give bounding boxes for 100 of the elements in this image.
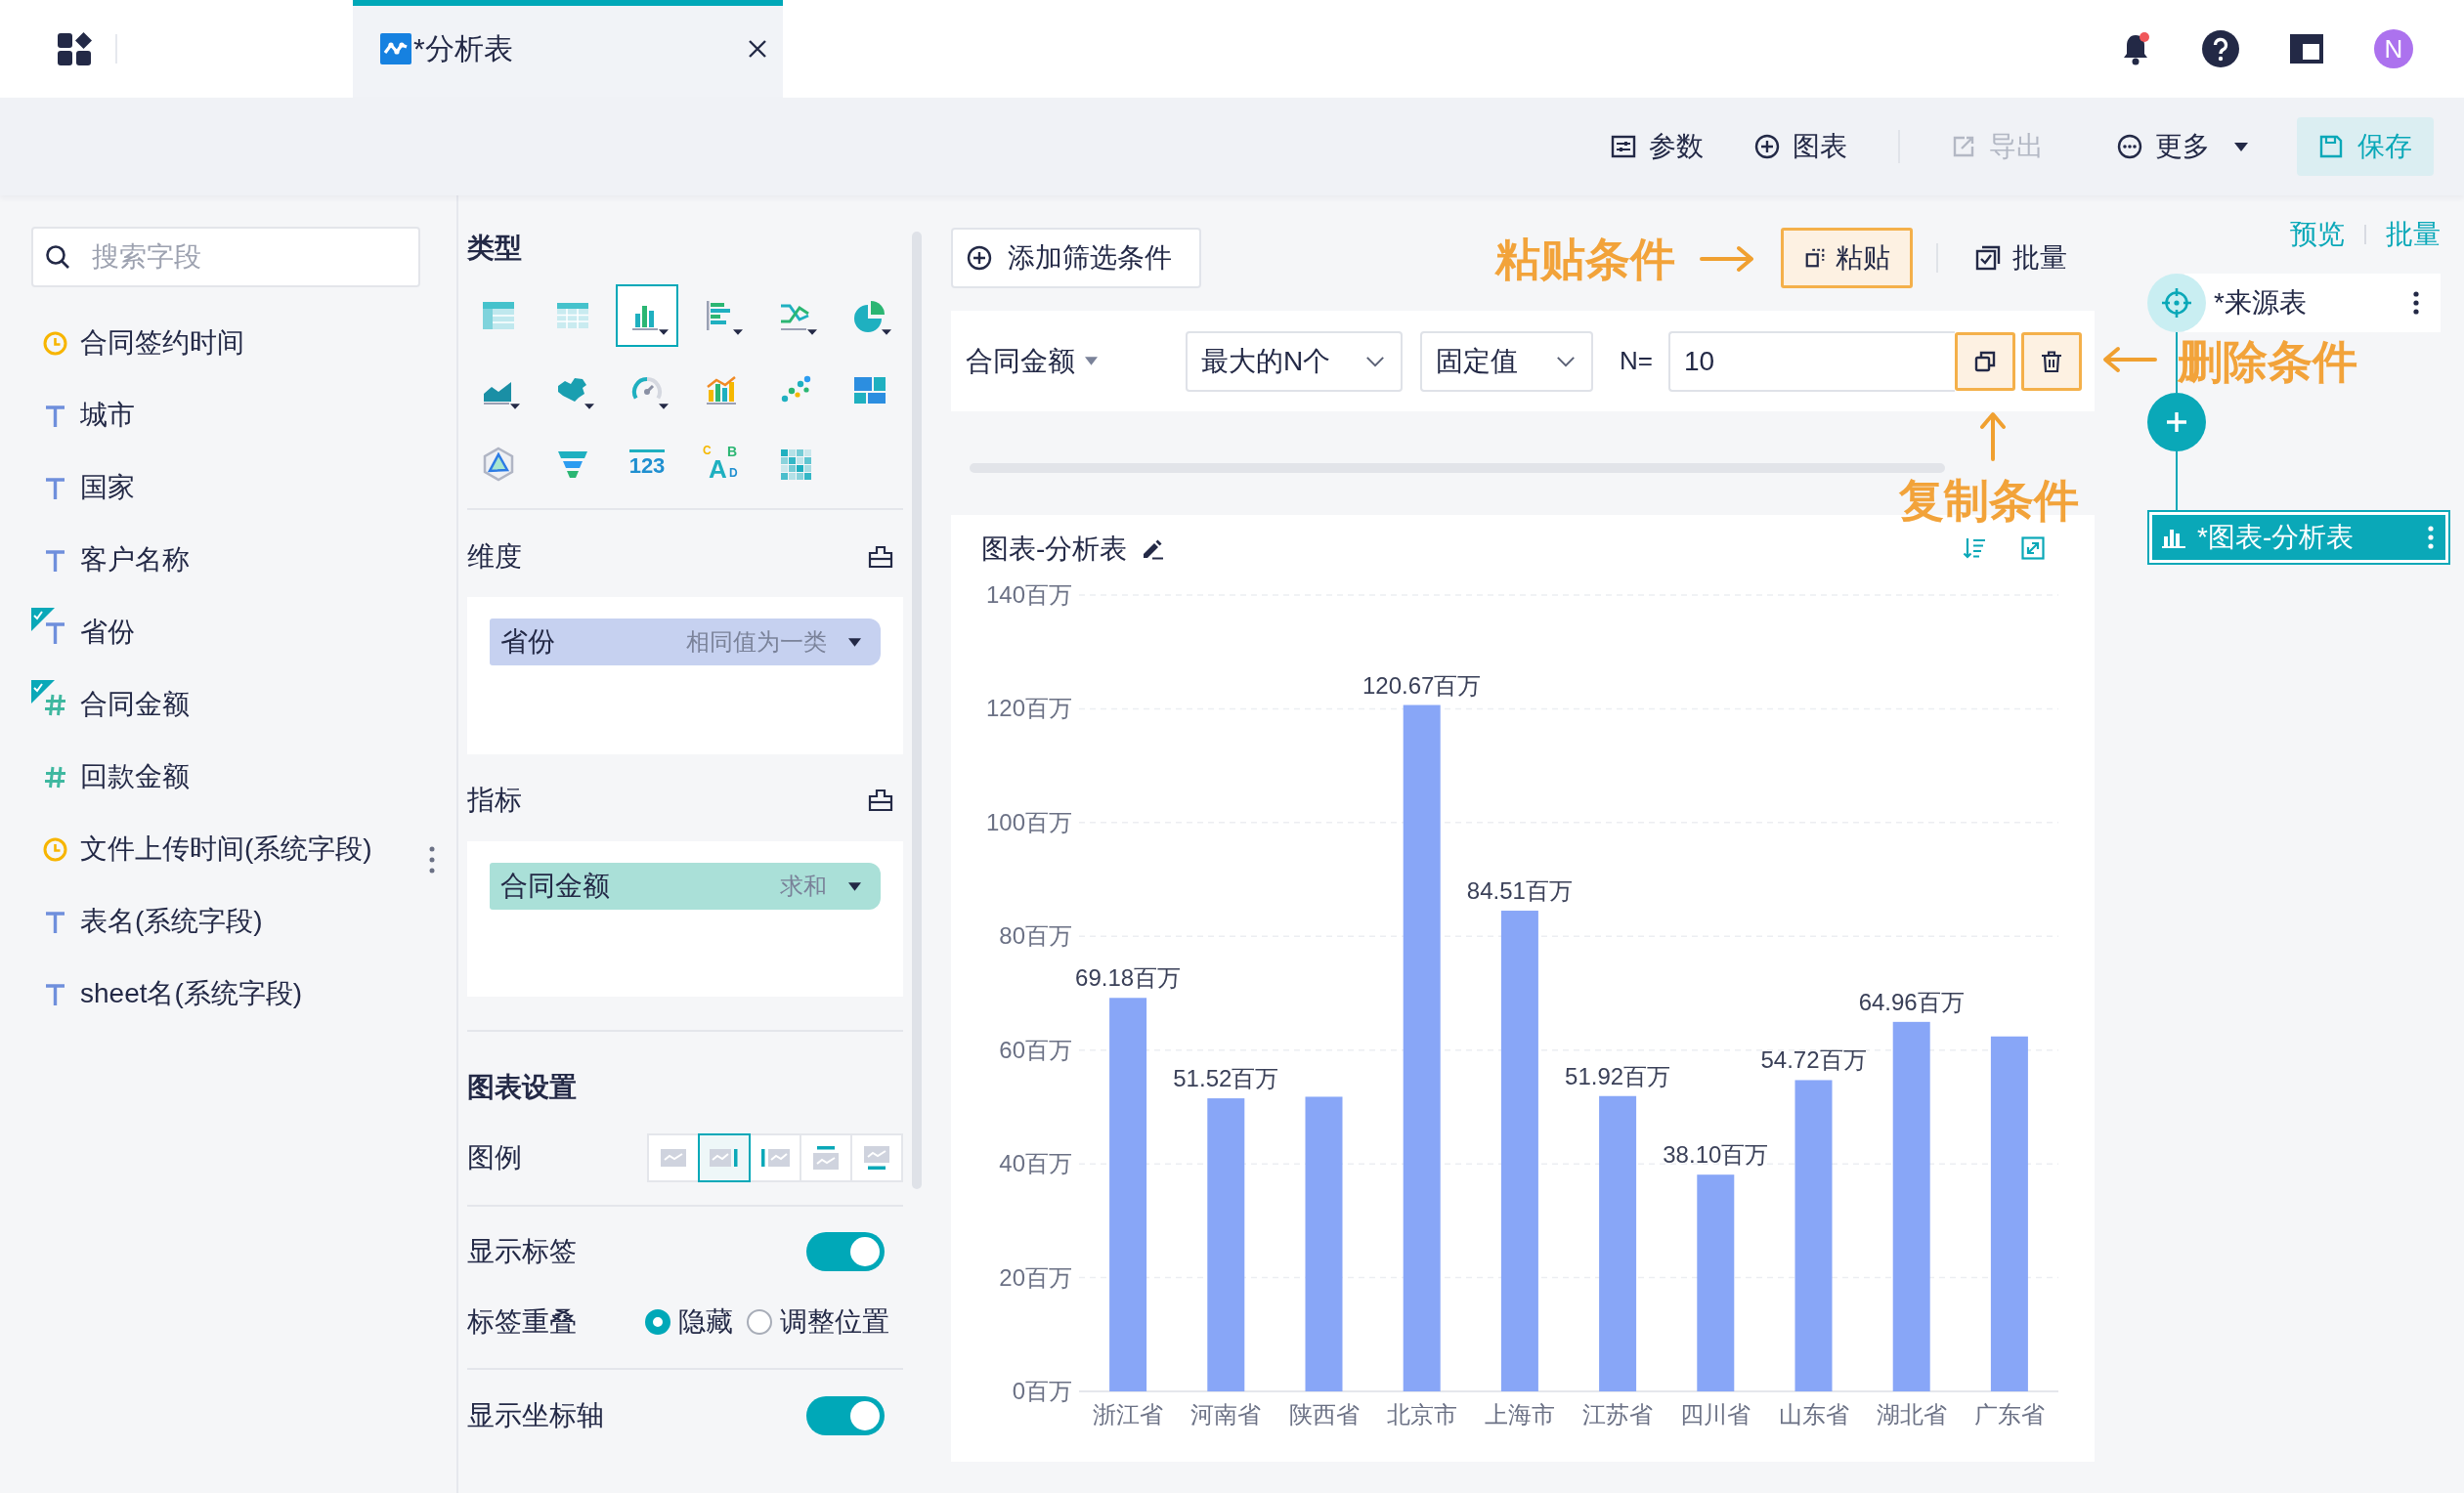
chart-title: 图表-分析表 xyxy=(981,533,1128,566)
close-icon[interactable] xyxy=(748,39,767,59)
left-arrow-icon xyxy=(2101,345,2158,374)
field-item[interactable]: 客户名称 xyxy=(31,524,456,596)
field-item[interactable]: 城市 xyxy=(31,379,456,451)
axis-label: 北京市 xyxy=(1386,1401,1457,1428)
caret-down-icon[interactable] xyxy=(848,637,861,647)
field-item[interactable]: 省份 xyxy=(31,596,456,668)
toolbox-icon[interactable] xyxy=(868,545,893,569)
field-pill[interactable]: 省份 相同值为一类 xyxy=(490,619,881,665)
axis-label: 80百万 xyxy=(999,922,1072,950)
n-input-field[interactable]: 10 xyxy=(1667,330,1955,392)
more-vertical-icon[interactable] xyxy=(2413,291,2419,315)
axis-label: 0百万 xyxy=(1012,1378,1072,1404)
caret-down-icon[interactable] xyxy=(848,881,861,891)
dashed-box-icon xyxy=(1803,247,1826,269)
text-type-icon xyxy=(43,909,67,934)
radio-label[interactable]: 隐藏 xyxy=(678,1303,733,1341)
field-item[interactable]: sheet名(系统字段) xyxy=(31,958,456,1030)
trash-icon xyxy=(2039,349,2063,373)
paste-button[interactable]: 粘贴 xyxy=(1781,228,1913,288)
more-circle-icon xyxy=(2117,134,2142,159)
field-dropdown[interactable]: 合同金额 xyxy=(966,342,1186,380)
connector-line xyxy=(2176,332,2178,393)
help-icon[interactable] xyxy=(2202,30,2239,67)
text-type-icon xyxy=(43,403,67,428)
document-tab[interactable]: *分析表 xyxy=(353,0,783,98)
drag-handle-icon[interactable] xyxy=(428,845,436,874)
n-label: N= xyxy=(1620,346,1653,376)
section-heading: 类型 xyxy=(467,232,522,265)
caret-down-icon xyxy=(1085,357,1098,365)
annotation-label: 复制条件 xyxy=(1899,475,2079,526)
field-item[interactable]: 合同金额 xyxy=(31,668,456,741)
apps-grid-icon[interactable] xyxy=(58,31,93,66)
data-label: 38.10百万 xyxy=(1663,1141,1769,1169)
edit-icon[interactable] xyxy=(1141,538,1165,560)
data-label: 120.67百万 xyxy=(1362,671,1482,699)
toggle-switch[interactable] xyxy=(806,1232,885,1271)
text-type-icon xyxy=(43,547,67,573)
text-type-icon xyxy=(43,475,67,500)
hash-icon xyxy=(43,692,67,717)
axis-label: 河南省 xyxy=(1190,1401,1262,1428)
axis-label: 40百万 xyxy=(999,1150,1072,1177)
setting-label: 图例 xyxy=(467,1141,522,1174)
value-type-select[interactable]: 固定值 xyxy=(1420,330,1593,392)
annotation-label: 粘贴条件 xyxy=(1495,234,1675,284)
add-filter-button[interactable]: 添加筛选条件 xyxy=(951,228,1201,288)
plus-circle-icon xyxy=(967,245,992,271)
legend-position-button[interactable] xyxy=(698,1133,751,1182)
search-icon xyxy=(45,244,70,270)
toolbox-icon[interactable] xyxy=(868,789,893,812)
field-item[interactable]: 国家 xyxy=(31,451,456,524)
axis-label: 20百万 xyxy=(999,1263,1072,1291)
sliders-icon xyxy=(1611,134,1636,159)
chevron-down-icon xyxy=(1556,355,1576,367)
data-label: 69.18百万 xyxy=(1075,964,1182,992)
copy-button[interactable] xyxy=(1954,331,2015,391)
drop-zone[interactable]: 省份 相同值为一类 xyxy=(467,597,903,754)
radio-button[interactable] xyxy=(645,1309,670,1335)
checkbox-icon xyxy=(1975,245,2001,271)
copy-icon xyxy=(1972,349,1997,373)
chart-type-button[interactable] xyxy=(616,284,678,347)
add-node-button[interactable] xyxy=(2147,393,2206,451)
annotation-label: 删除条件 xyxy=(2178,336,2357,387)
axis-label: 120百万 xyxy=(985,695,1072,722)
connector-line xyxy=(2176,451,2178,510)
axis-label: 四川省 xyxy=(1680,1401,1751,1428)
field-item[interactable]: 文件上传时间(系统字段) xyxy=(31,813,456,885)
source-node[interactable]: *来源表 xyxy=(2184,274,2441,332)
expand-icon[interactable] xyxy=(2021,536,2045,560)
chevron-down-icon xyxy=(1365,355,1385,367)
data-label: 51.52百万 xyxy=(1173,1065,1279,1092)
radio-label[interactable]: 调整位置 xyxy=(780,1303,889,1341)
plus-icon xyxy=(2165,410,2188,434)
more-button[interactable]: 更多 xyxy=(2117,117,2248,176)
axis-label: 山东省 xyxy=(1778,1401,1849,1428)
toggle-switch[interactable] xyxy=(806,1396,885,1435)
hash-icon xyxy=(43,764,67,789)
pill-field-name: 合同金额 xyxy=(500,870,610,903)
up-arrow-icon xyxy=(1978,410,2008,461)
field-pill[interactable]: 合同金额 求和 xyxy=(490,863,881,910)
delete-button[interactable] xyxy=(2020,331,2082,391)
drop-zone[interactable]: 合同金额 求和 xyxy=(467,841,903,997)
axis-label: 湖北省 xyxy=(1876,1401,1947,1428)
right-arrow-icon xyxy=(1699,244,1755,274)
data-label: 54.72百万 xyxy=(1760,1046,1867,1074)
rule-select[interactable]: 最大的N个 xyxy=(1186,330,1403,392)
axis-label: 140百万 xyxy=(985,581,1072,608)
add-chart-button[interactable]: 图表 xyxy=(1754,117,1847,176)
clock-icon xyxy=(43,330,67,356)
batch-button[interactable]: 批量 xyxy=(1975,239,2067,277)
sort-icon[interactable] xyxy=(1963,536,1986,560)
line-chart-icon xyxy=(380,33,411,64)
field-item[interactable]: 表名(系统字段) xyxy=(31,885,456,958)
layout-icon[interactable] xyxy=(2290,34,2323,64)
parameters-button[interactable]: 参数 xyxy=(1611,117,1704,176)
field-item[interactable]: 回款金额 xyxy=(31,741,456,813)
plus-circle-icon xyxy=(1754,134,1780,159)
field-item[interactable]: 合同签约时间 xyxy=(31,307,456,379)
radio-button[interactable] xyxy=(747,1309,772,1335)
